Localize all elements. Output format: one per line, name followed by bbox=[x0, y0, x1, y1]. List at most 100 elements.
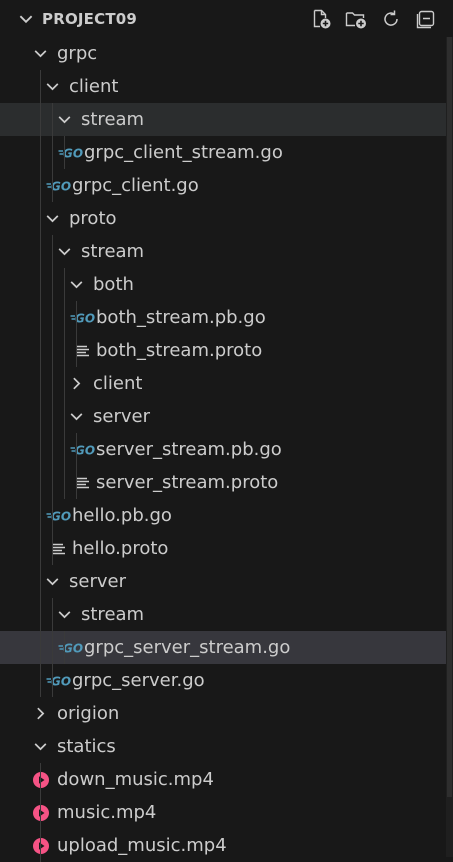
refresh-icon bbox=[384, 10, 398, 26]
svg-text:GO: GO bbox=[51, 674, 71, 688]
file-label: down_music.mp4 bbox=[57, 769, 214, 790]
indent-guide bbox=[40, 763, 41, 862]
media-file-icon bbox=[32, 771, 50, 788]
file-label: server_stream.proto bbox=[96, 472, 279, 493]
svg-text:GO: GO bbox=[51, 509, 71, 523]
file-label: hello.pb.go bbox=[72, 505, 172, 526]
tree-folder[interactable]: stream bbox=[0, 235, 446, 268]
tree-file[interactable]: GO both_stream.pb.go bbox=[0, 301, 446, 334]
tree-file[interactable]: GO grpc_server_stream.go bbox=[0, 631, 446, 664]
indent-guide bbox=[52, 235, 53, 565]
tree-file[interactable]: GO grpc_client_stream.go bbox=[0, 136, 446, 169]
chevron-right-icon[interactable] bbox=[68, 375, 85, 392]
tree-file[interactable]: hello.proto bbox=[0, 532, 446, 565]
tree-file[interactable]: GO grpc_server.go bbox=[0, 664, 446, 697]
file-label: music.mp4 bbox=[57, 802, 157, 823]
tree-file[interactable]: both_stream.proto bbox=[0, 334, 446, 367]
explorer-section-header[interactable]: PROJECT09 bbox=[0, 0, 453, 38]
refresh-button[interactable] bbox=[378, 6, 404, 32]
file-tree: grpc client stream GO grpc_client_stream.go G… bbox=[0, 37, 446, 862]
folder-label: client bbox=[69, 76, 119, 97]
project-title[interactable]: PROJECT09 bbox=[42, 9, 137, 29]
chevron-down-icon[interactable] bbox=[32, 45, 49, 62]
indent-guide bbox=[64, 268, 65, 499]
tree-folder[interactable]: stream bbox=[0, 103, 446, 136]
folder-label: client bbox=[93, 373, 143, 394]
indent-guide bbox=[52, 103, 53, 202]
indent-guide bbox=[76, 301, 77, 367]
svg-text:GO: GO bbox=[63, 146, 83, 160]
chevron-down-icon[interactable] bbox=[17, 10, 35, 28]
svg-text:GO: GO bbox=[75, 311, 95, 325]
tree-folder[interactable]: client bbox=[0, 70, 446, 103]
proto-file-icon bbox=[75, 474, 91, 491]
go-file-icon: GO bbox=[46, 177, 72, 194]
svg-text:GO: GO bbox=[63, 641, 83, 655]
folder-label: stream bbox=[81, 241, 145, 262]
chevron-down-icon[interactable] bbox=[32, 738, 49, 755]
file-label: both_stream.pb.go bbox=[96, 307, 266, 328]
file-label: hello.proto bbox=[72, 538, 169, 559]
new-file-icon bbox=[313, 9, 331, 29]
go-file-icon: GO bbox=[70, 441, 96, 458]
file-label: upload_music.mp4 bbox=[57, 835, 227, 856]
chevron-down-icon[interactable] bbox=[56, 111, 73, 128]
folder-label: stream bbox=[81, 109, 145, 130]
tree-folder[interactable]: server bbox=[0, 565, 446, 598]
go-file-icon: GO bbox=[46, 672, 72, 689]
go-file-icon: GO bbox=[58, 144, 84, 161]
tree-folder[interactable]: statics bbox=[0, 730, 446, 763]
file-label: grpc_client_stream.go bbox=[84, 142, 283, 163]
tree-folder[interactable]: stream bbox=[0, 598, 446, 631]
svg-text:GO: GO bbox=[75, 443, 95, 457]
tree-file[interactable]: music.mp4 bbox=[0, 796, 446, 829]
go-file-icon: GO bbox=[46, 507, 72, 524]
indent-guide bbox=[64, 631, 65, 664]
chevron-down-icon[interactable] bbox=[56, 606, 73, 623]
media-file-icon bbox=[32, 837, 50, 854]
tree-folder[interactable]: origion bbox=[0, 697, 446, 730]
new-folder-button[interactable] bbox=[343, 6, 369, 32]
tree-file[interactable]: GO grpc_client.go bbox=[0, 169, 446, 202]
tree-folder[interactable]: proto bbox=[0, 202, 446, 235]
file-label: grpc_server.go bbox=[72, 670, 205, 691]
tree-folder[interactable]: server bbox=[0, 400, 446, 433]
folder-label: both bbox=[93, 274, 134, 295]
scrollbar[interactable] bbox=[446, 37, 453, 857]
indent-guide bbox=[40, 70, 41, 697]
new-folder-icon bbox=[345, 12, 366, 29]
tree-folder[interactable]: both bbox=[0, 268, 446, 301]
chevron-down-icon[interactable] bbox=[68, 276, 85, 293]
tree-file[interactable]: upload_music.mp4 bbox=[0, 829, 446, 862]
file-label: grpc_client.go bbox=[72, 175, 199, 196]
indent-guide bbox=[52, 598, 53, 697]
chevron-right-icon[interactable] bbox=[32, 705, 49, 722]
tree-file[interactable]: down_music.mp4 bbox=[0, 763, 446, 796]
go-file-icon: GO bbox=[70, 309, 96, 326]
chevron-down-icon[interactable] bbox=[56, 243, 73, 260]
collapse-all-icon bbox=[416, 10, 435, 29]
chevron-down-icon[interactable] bbox=[68, 408, 85, 425]
tree-file[interactable]: GO server_stream.pb.go bbox=[0, 433, 446, 466]
file-label: both_stream.proto bbox=[96, 340, 263, 361]
tree-folder[interactable]: grpc bbox=[0, 37, 446, 70]
tree-file[interactable]: server_stream.proto bbox=[0, 466, 446, 499]
indent-guide bbox=[64, 136, 65, 169]
explorer-actions bbox=[308, 6, 439, 32]
chevron-down-icon[interactable] bbox=[44, 210, 61, 227]
folder-label: grpc bbox=[57, 43, 98, 64]
explorer-panel: PROJECT09 grpc client stream GO grpc_cli… bbox=[0, 0, 453, 862]
proto-file-icon bbox=[75, 342, 91, 359]
tree-file[interactable]: GO hello.pb.go bbox=[0, 499, 446, 532]
folder-label: proto bbox=[69, 208, 117, 229]
scrollbar-thumb[interactable] bbox=[447, 37, 452, 797]
folder-label: stream bbox=[81, 604, 145, 625]
folder-label: origion bbox=[57, 703, 120, 724]
tree-folder[interactable]: client bbox=[0, 367, 446, 400]
media-file-icon bbox=[32, 804, 50, 821]
svg-text:GO: GO bbox=[51, 179, 71, 193]
new-file-button[interactable] bbox=[308, 6, 334, 32]
chevron-down-icon[interactable] bbox=[44, 78, 61, 95]
chevron-down-icon[interactable] bbox=[44, 573, 61, 590]
collapse-all-button[interactable] bbox=[413, 6, 439, 32]
